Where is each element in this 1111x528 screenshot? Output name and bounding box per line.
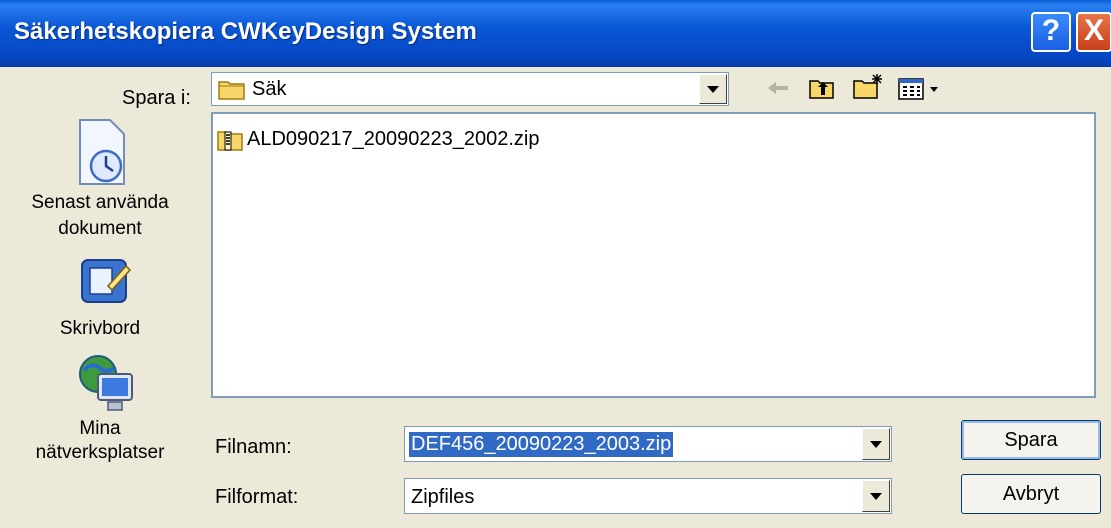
- window-title: Säkerhetskopiera CWKeyDesign System: [14, 18, 477, 45]
- filename-input[interactable]: DEF456_20090223_2003.zip: [409, 432, 674, 457]
- close-button[interactable]: X: [1076, 12, 1111, 52]
- places-network-label-1: Mina: [79, 418, 121, 439]
- file-list[interactable]: ALD090217_20090223_2002.zip: [211, 112, 1096, 398]
- places-network[interactable]: Mina nätverksplatser: [0, 352, 200, 463]
- places-recent-label-2: dokument: [58, 218, 142, 239]
- chevron-down-icon: [870, 440, 882, 448]
- save-in-value: Säk: [252, 78, 287, 100]
- cancel-button[interactable]: Avbryt: [961, 474, 1101, 514]
- file-item[interactable]: ALD090217_20090223_2002.zip: [217, 128, 540, 151]
- back-arrow-icon[interactable]: [765, 78, 791, 98]
- save-in-label: Spara i:: [122, 87, 191, 109]
- save-button[interactable]: Spara: [961, 420, 1101, 460]
- places-desktop[interactable]: Skrivbord: [0, 250, 200, 350]
- filetype-label: Filformat:: [215, 486, 299, 508]
- view-menu-icon[interactable]: [898, 78, 942, 100]
- title-bar: Säkerhetskopiera CWKeyDesign System ? X: [0, 0, 1111, 67]
- save-in-dropdown[interactable]: Säk: [211, 72, 729, 106]
- filetype-select[interactable]: Zipfiles: [404, 478, 892, 514]
- up-folder-icon[interactable]: [808, 76, 836, 100]
- recent-documents-icon: [76, 118, 130, 186]
- filename-combo[interactable]: DEF456_20090223_2003.zip: [404, 426, 892, 462]
- help-button[interactable]: ?: [1031, 12, 1071, 52]
- filename-dropdown-button[interactable]: [862, 428, 890, 460]
- places-recent-documents[interactable]: Senast använda dokument: [0, 112, 200, 240]
- filename-label: Filnamn:: [215, 436, 292, 458]
- chevron-down-icon: [870, 492, 882, 500]
- folder-icon: [218, 78, 246, 100]
- filetype-dropdown-button[interactable]: [862, 480, 890, 512]
- places-network-label-2: nätverksplatser: [35, 442, 165, 463]
- places-desktop-label: Skrivbord: [59, 318, 141, 339]
- desktop-icon: [80, 256, 132, 306]
- new-folder-icon[interactable]: [852, 72, 884, 100]
- chevron-down-icon: [707, 85, 719, 93]
- save-in-dropdown-button[interactable]: [699, 74, 727, 104]
- file-name: ALD090217_20090223_2002.zip: [247, 128, 540, 150]
- zip-folder-icon: [217, 129, 243, 151]
- filetype-value: Zipfiles: [411, 486, 475, 508]
- network-places-icon: [76, 352, 138, 414]
- places-recent-label-1: Senast använda: [31, 192, 169, 213]
